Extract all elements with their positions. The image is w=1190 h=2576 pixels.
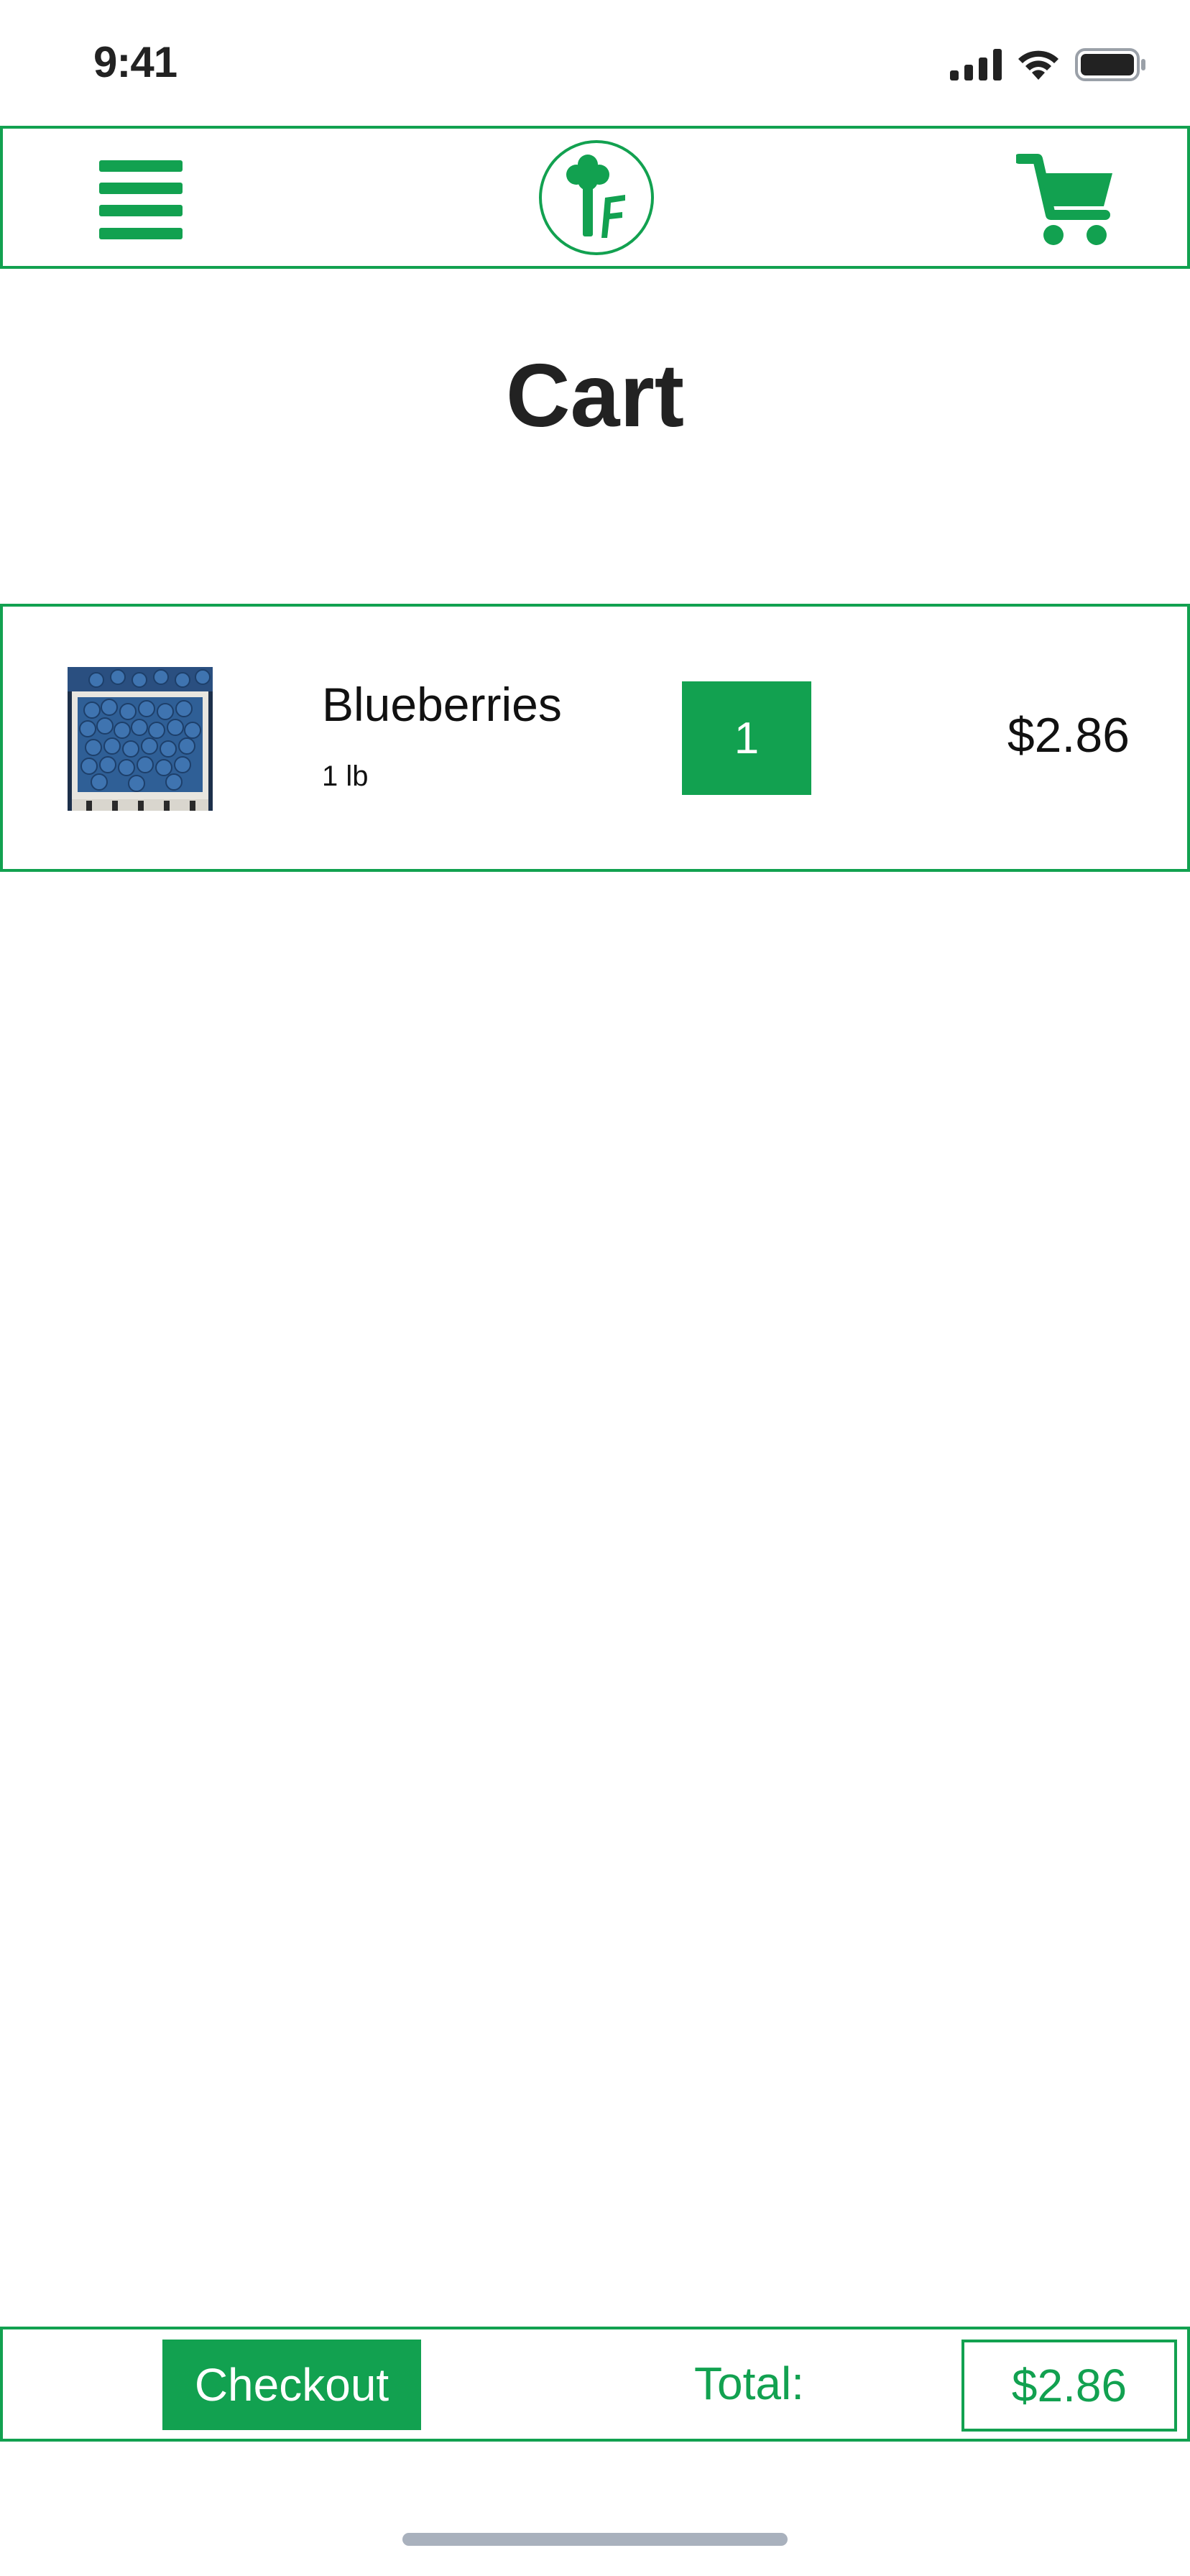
page-title: Cart [505, 346, 685, 446]
total-label: Total: [694, 2358, 804, 2409]
wifi-icon [1018, 50, 1058, 80]
checkout-bar: Checkout Total: $2.86 [0, 2327, 1190, 2442]
cellular-signal-icon [950, 49, 1002, 80]
item-price: $2.86 [1007, 708, 1130, 763]
blueberries-image [68, 667, 213, 811]
home-indicator[interactable] [402, 2533, 788, 2546]
item-name: Blueberries [322, 678, 562, 731]
shopping-cart-icon[interactable] [1016, 153, 1117, 248]
checkout-button[interactable]: Checkout [162, 2340, 421, 2430]
status-time: 9:41 [93, 38, 177, 86]
tree-f-logo[interactable] [538, 139, 655, 257]
total-value: $2.86 [961, 2340, 1177, 2432]
item-weight: 1 lb [322, 760, 369, 792]
status-bar: 9:41 [0, 0, 1190, 126]
quantity-button[interactable]: 1 [682, 681, 811, 795]
cart-item: Blueberries 1 lb 1 $2.86 [0, 604, 1190, 872]
hamburger-menu-icon[interactable] [99, 160, 183, 239]
app-header [0, 126, 1190, 269]
cart-screen: 9:41 Cart Blueberries 1 lb 1 $2.86 Check… [0, 0, 1190, 2576]
status-icons [950, 45, 1147, 85]
battery-icon [1075, 48, 1145, 81]
